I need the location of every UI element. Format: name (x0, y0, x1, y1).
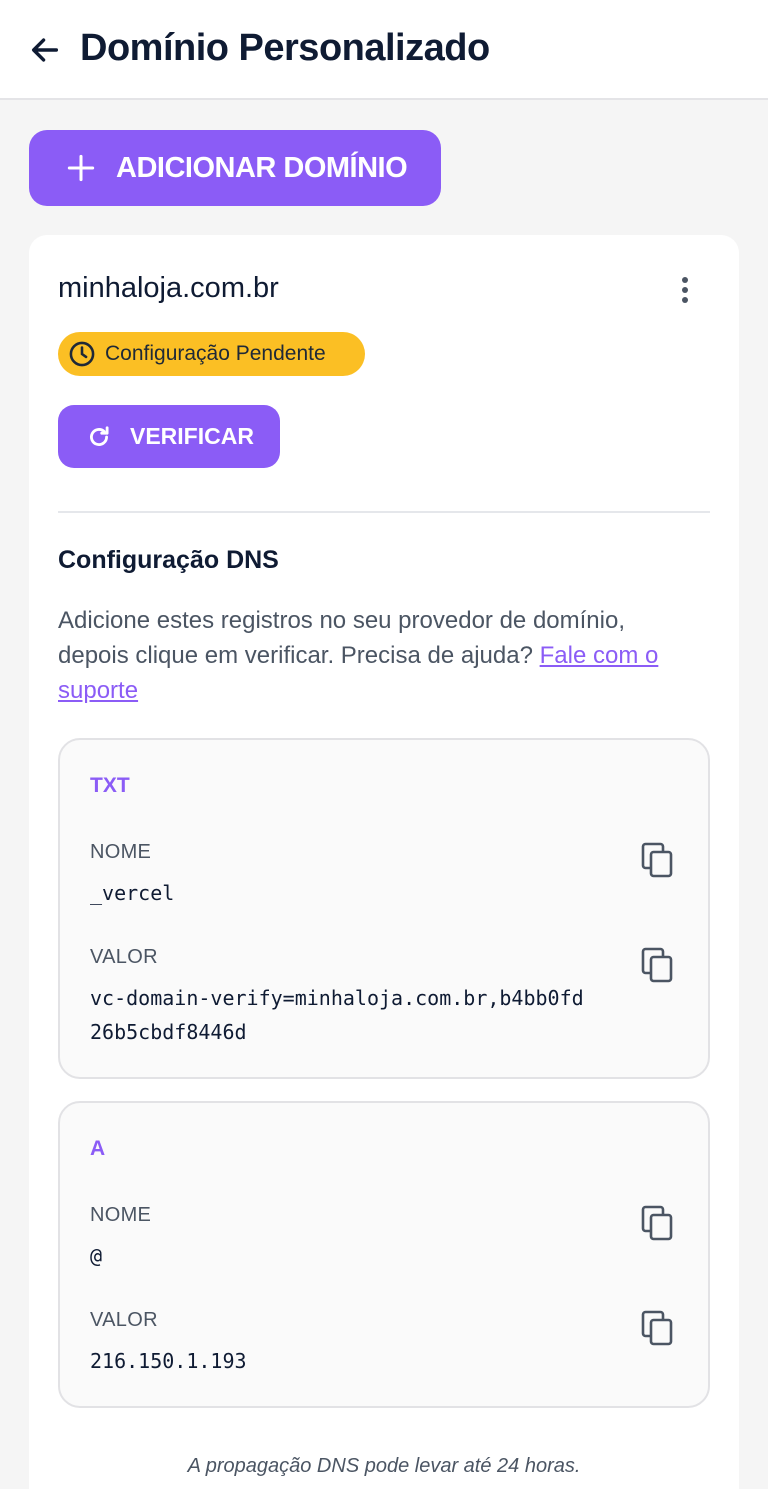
copy-icon[interactable] (640, 842, 674, 878)
record-value-label: VALOR (90, 946, 158, 968)
copy-icon[interactable] (640, 1310, 674, 1346)
record-name-value: @ (90, 1244, 103, 1268)
app-header: Domínio Personalizado (0, 0, 768, 100)
record-value: vc-domain-verify=minhaloja.com.br,b4bb0f… (90, 986, 584, 1044)
record-value: 216.150.1.193 (90, 1349, 247, 1373)
add-domain-button[interactable]: ADICIONAR DOMÍNIO (29, 130, 441, 206)
record-name-label: NOME (90, 1204, 152, 1226)
page-title: Domínio Personalizado (80, 27, 490, 69)
copy-icon[interactable] (640, 1205, 674, 1241)
copy-icon[interactable] (640, 947, 674, 983)
more-vert-icon[interactable] (668, 272, 702, 308)
record-value-label: VALOR (90, 1309, 158, 1331)
record-type: TXT (90, 774, 130, 797)
record-name-label: NOME (90, 841, 152, 863)
plus-icon (67, 154, 95, 182)
add-domain-label: ADICIONAR DOMÍNIO (116, 151, 408, 184)
verify-button[interactable]: VERIFICAR (58, 405, 280, 468)
status-badge: Configuração Pendente (58, 332, 365, 376)
refresh-icon (90, 425, 109, 446)
propagation-note: A propagação DNS pode levar até 24 horas… (187, 1455, 581, 1477)
dns-record-a: A NOME @ VALOR 216.150.1.193 (58, 1101, 710, 1408)
record-type: A (90, 1137, 106, 1160)
verify-label: VERIFICAR (130, 423, 254, 449)
divider (58, 511, 710, 513)
arrow-left-icon[interactable] (28, 33, 62, 67)
record-name-value: _vercel (90, 881, 175, 905)
dns-record-txt: TXT NOME _vercel VALOR vc-domain-verify=… (58, 738, 710, 1079)
dns-section-title: Configuração DNS (58, 546, 279, 574)
dns-description: Adicione estes registros no seu provedor… (58, 603, 698, 708)
status-label: Configuração Pendente (105, 342, 326, 365)
clock-icon (69, 341, 95, 367)
domain-name: minhaloja.com.br (58, 272, 279, 304)
